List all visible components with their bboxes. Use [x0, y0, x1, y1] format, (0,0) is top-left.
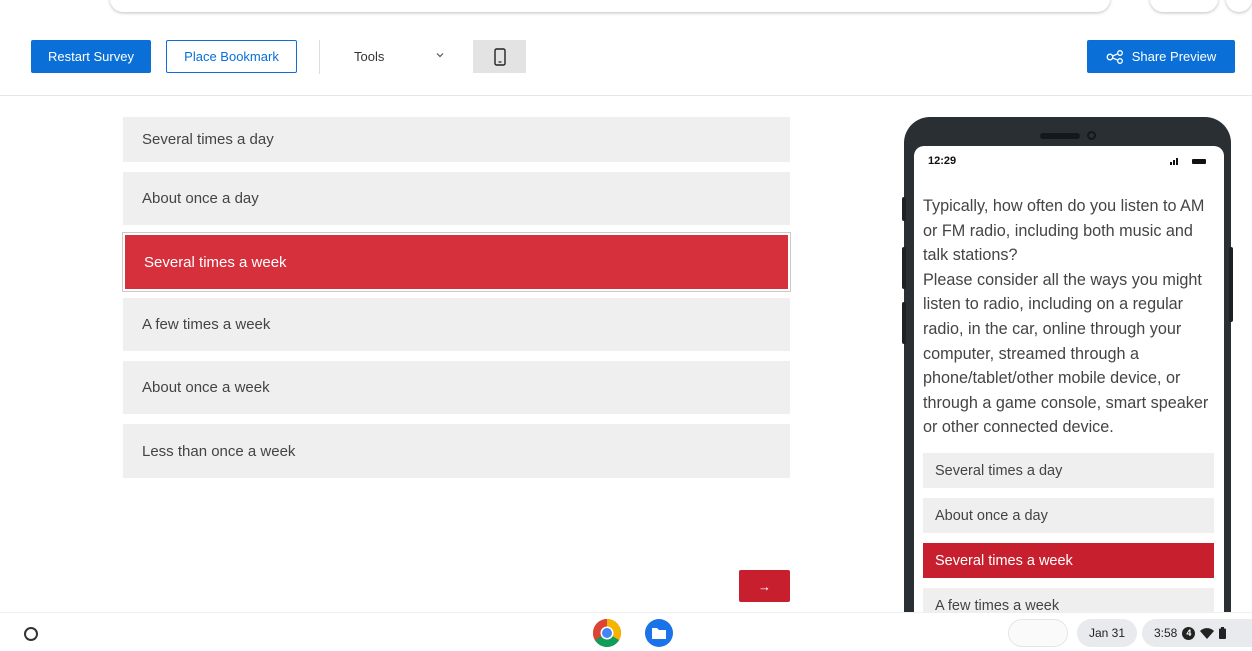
mobile-preview-frame: 12:29 Typically, how often do you listen… [902, 117, 1233, 637]
preview-toolbar: Restart Survey Place Bookmark Tools Shar… [0, 18, 1252, 96]
mobile-view-toggle[interactable] [473, 40, 526, 73]
mobile-answer-option-selected[interactable]: Several times a week [923, 543, 1214, 578]
answer-option[interactable]: About once a day [123, 172, 790, 225]
phone-icon [493, 47, 506, 66]
phone-time: 12:29 [928, 155, 957, 167]
restart-survey-button[interactable]: Restart Survey [31, 40, 151, 73]
answer-option-selected[interactable]: Several times a week [123, 233, 790, 291]
phone-speaker [1040, 133, 1080, 139]
chrome-icon[interactable] [592, 618, 622, 648]
browser-top-strip [0, 0, 1252, 18]
wifi-icon [1200, 627, 1215, 639]
system-shelf: Jan 31 3:58 4 [0, 612, 1252, 651]
holding-space-thumbnail[interactable] [1008, 619, 1068, 647]
share-preview-button[interactable]: Share Preview [1087, 40, 1235, 73]
tools-label: Tools [354, 49, 385, 64]
launcher-icon[interactable] [24, 627, 38, 641]
phone-screen: 12:29 Typically, how often do you listen… [914, 146, 1224, 616]
battery-icon [1219, 627, 1227, 639]
mobile-answer-option[interactable]: About once a day [923, 498, 1214, 533]
files-icon[interactable] [644, 618, 674, 648]
date-tray[interactable]: Jan 31 [1077, 619, 1137, 647]
phone-status-bar: 12:29 [914, 146, 1224, 176]
share-preview-label: Share Preview [1131, 49, 1217, 64]
phone-side-button [902, 247, 906, 289]
answer-option[interactable]: Several times a day [123, 117, 790, 162]
address-bar[interactable] [110, 0, 1110, 12]
chevron-down-icon [436, 53, 444, 58]
share-icon [1106, 49, 1123, 64]
place-bookmark-button[interactable]: Place Bookmark [166, 40, 297, 73]
phone-side-button [902, 197, 906, 221]
toolbar-divider [319, 40, 320, 74]
answer-option[interactable]: A few times a week [123, 298, 790, 351]
phone-side-button [1229, 247, 1233, 322]
question-instruction: Please consider all the ways you might l… [923, 270, 1209, 437]
tools-dropdown[interactable]: Tools [354, 40, 454, 73]
notification-badge: 4 [1182, 626, 1196, 640]
browser-profile-pill[interactable] [1150, 0, 1218, 12]
mobile-answer-option[interactable]: Several times a day [923, 453, 1214, 488]
clock-label: 3:58 [1154, 626, 1178, 640]
question-text-block: Typically, how often do you listen to AM… [923, 194, 1219, 440]
phone-side-button [902, 302, 906, 344]
signal-icon [1170, 158, 1178, 165]
battery-icon [1192, 159, 1206, 164]
question-text: Typically, how often do you listen to AM… [923, 197, 1205, 265]
status-tray[interactable]: 3:58 4 [1142, 619, 1252, 647]
next-button[interactable]: → [739, 570, 790, 602]
answer-option[interactable]: About once a week [123, 361, 790, 414]
browser-menu-button[interactable] [1226, 0, 1252, 12]
phone-camera [1087, 131, 1096, 140]
date-label: Jan 31 [1088, 626, 1126, 640]
answer-option[interactable]: Less than once a week [123, 424, 790, 478]
